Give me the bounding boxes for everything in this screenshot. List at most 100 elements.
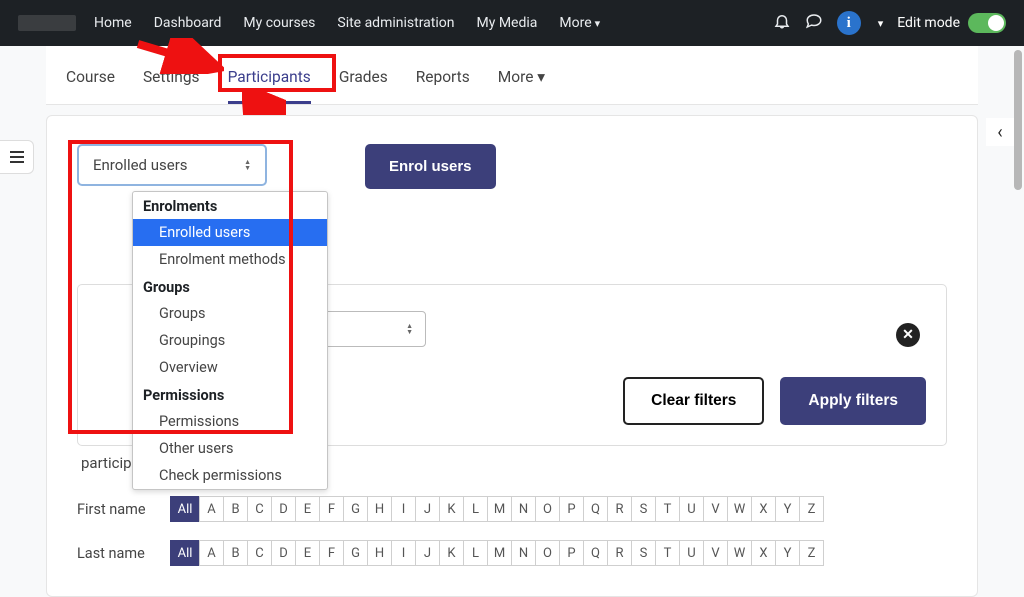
lastname-letter-j[interactable]: J	[415, 540, 440, 566]
dropdown-opt-check-permissions[interactable]: Check permissions	[133, 462, 327, 489]
messages-icon[interactable]	[805, 12, 823, 34]
firstname-letter-c[interactable]: C	[247, 496, 272, 522]
firstname-letter-k[interactable]: K	[439, 496, 464, 522]
lastname-letter-t[interactable]: T	[655, 540, 680, 566]
lastname-letter-b[interactable]: B	[223, 540, 248, 566]
firstname-letter-s[interactable]: S	[631, 496, 656, 522]
firstname-letter-u[interactable]: U	[679, 496, 704, 522]
lastname-letter-i[interactable]: I	[391, 540, 416, 566]
lastname-letter-r[interactable]: R	[607, 540, 632, 566]
firstname-letter-l[interactable]: L	[463, 496, 488, 522]
lastname-letter-f[interactable]: F	[319, 540, 344, 566]
nav-home[interactable]: Home	[94, 15, 132, 31]
lastname-letter-c[interactable]: C	[247, 540, 272, 566]
lastname-letter-u[interactable]: U	[679, 540, 704, 566]
user-menu-chevron-icon[interactable]: ▾	[878, 17, 884, 30]
hamburger-icon	[10, 151, 24, 163]
apply-filters-button[interactable]: Apply filters	[780, 377, 926, 425]
firstname-letter-q[interactable]: Q	[583, 496, 608, 522]
edit-mode-toggle[interactable]	[968, 13, 1006, 33]
nav-more[interactable]: More▾	[559, 15, 600, 31]
lastname-letter-w[interactable]: W	[727, 540, 752, 566]
firstname-letter-all[interactable]: All	[170, 496, 200, 522]
dropdown-opt-enrolment-methods[interactable]: Enrolment methods	[133, 246, 327, 273]
info-icon[interactable]: i	[837, 11, 861, 35]
firstname-letter-f[interactable]: F	[319, 496, 344, 522]
top-icons: i ▾ Edit mode	[773, 11, 1006, 35]
bell-icon[interactable]	[773, 12, 791, 34]
firstname-letter-b[interactable]: B	[223, 496, 248, 522]
select-sort-icon: ▲▼	[244, 159, 251, 171]
lastname-letter-s[interactable]: S	[631, 540, 656, 566]
dropdown-opt-enrolled-users[interactable]: Enrolled users	[133, 219, 327, 246]
dropdown-opt-other-users[interactable]: Other users	[133, 435, 327, 462]
tab-participants[interactable]: Participants	[228, 68, 311, 86]
firstname-letter-e[interactable]: E	[295, 496, 320, 522]
lastname-letter-a[interactable]: A	[199, 540, 224, 566]
firstname-letter-a[interactable]: A	[199, 496, 224, 522]
firstname-letter-g[interactable]: G	[343, 496, 368, 522]
firstname-letter-h[interactable]: H	[367, 496, 392, 522]
dropdown-opt-groupings[interactable]: Groupings	[133, 327, 327, 354]
dropdown-opt-permissions[interactable]: Permissions	[133, 408, 327, 435]
lastname-letter-y[interactable]: Y	[775, 540, 800, 566]
lastname-letter-o[interactable]: O	[535, 540, 560, 566]
lastname-letter-g[interactable]: G	[343, 540, 368, 566]
lastname-letter-all[interactable]: All	[170, 540, 200, 566]
nav-my-media[interactable]: My Media	[477, 15, 538, 31]
nav-site-admin[interactable]: Site administration	[337, 15, 454, 31]
lastname-letter-l[interactable]: L	[463, 540, 488, 566]
firstname-letters: AllABCDEFGHIJKLMNOPQRSTUVWXYZ	[171, 496, 824, 522]
firstname-letter-t[interactable]: T	[655, 496, 680, 522]
tab-reports[interactable]: Reports	[416, 68, 470, 86]
lastname-letter-k[interactable]: K	[439, 540, 464, 566]
firstname-letter-p[interactable]: P	[559, 496, 584, 522]
drawer-toggle-left[interactable]	[0, 140, 34, 174]
dropdown-opt-groups[interactable]: Groups	[133, 300, 327, 327]
lastname-letter-d[interactable]: D	[271, 540, 296, 566]
nav-my-courses[interactable]: My courses	[243, 15, 315, 31]
firstname-letter-j[interactable]: J	[415, 496, 440, 522]
lastname-letter-e[interactable]: E	[295, 540, 320, 566]
firstname-letter-d[interactable]: D	[271, 496, 296, 522]
tab-settings[interactable]: Settings	[143, 68, 200, 86]
lastname-letter-n[interactable]: N	[511, 540, 536, 566]
lastname-letter-v[interactable]: V	[703, 540, 728, 566]
lastname-letter-x[interactable]: X	[751, 540, 776, 566]
lastname-letter-p[interactable]: P	[559, 540, 584, 566]
lastname-letter-z[interactable]: Z	[799, 540, 824, 566]
firstname-letter-z[interactable]: Z	[799, 496, 824, 522]
participants-view-select[interactable]: Enrolled users ▲▼	[77, 144, 267, 186]
global-nav: Home Dashboard My courses Site administr…	[0, 0, 1024, 46]
site-logo[interactable]	[18, 15, 76, 31]
firstname-letter-r[interactable]: R	[607, 496, 632, 522]
tab-more[interactable]: More ▾	[498, 68, 545, 86]
clear-filters-button[interactable]: Clear filters	[623, 377, 764, 425]
dropdown-opt-overview[interactable]: Overview	[133, 354, 327, 381]
lastname-letter-m[interactable]: M	[487, 540, 512, 566]
tab-course[interactable]: Course	[66, 68, 115, 86]
firstname-letter-i[interactable]: I	[391, 496, 416, 522]
lastname-letter-h[interactable]: H	[367, 540, 392, 566]
remove-filter-button[interactable]: ✕	[896, 323, 920, 347]
firstname-letter-y[interactable]: Y	[775, 496, 800, 522]
firstname-letter-w[interactable]: W	[727, 496, 752, 522]
tab-grades[interactable]: Grades	[339, 68, 388, 86]
drawer-toggle-right[interactable]: ‹	[986, 118, 1014, 146]
firstname-letter-v[interactable]: V	[703, 496, 728, 522]
filter-match-select[interactable]: ▲▼	[318, 311, 426, 347]
close-icon: ✕	[902, 327, 914, 343]
firstname-filter-row: First name AllABCDEFGHIJKLMNOPQRSTUVWXYZ	[77, 496, 947, 522]
firstname-letter-o[interactable]: O	[535, 496, 560, 522]
firstname-letter-x[interactable]: X	[751, 496, 776, 522]
firstname-letter-m[interactable]: M	[487, 496, 512, 522]
firstname-letter-n[interactable]: N	[511, 496, 536, 522]
course-nav-wrap: Course Settings Participants Grades Repo…	[46, 46, 978, 105]
participants-view-dropdown: Enrolments Enrolled users Enrolment meth…	[132, 191, 328, 490]
lastname-letter-q[interactable]: Q	[583, 540, 608, 566]
scrollbar[interactable]	[1014, 50, 1022, 190]
main-card: Enrolled users ▲▼ Enrol users Enrolments…	[46, 115, 978, 597]
enrol-users-button[interactable]: Enrol users	[365, 144, 496, 189]
nav-dashboard[interactable]: Dashboard	[154, 15, 222, 31]
lastname-letters: AllABCDEFGHIJKLMNOPQRSTUVWXYZ	[171, 540, 824, 566]
